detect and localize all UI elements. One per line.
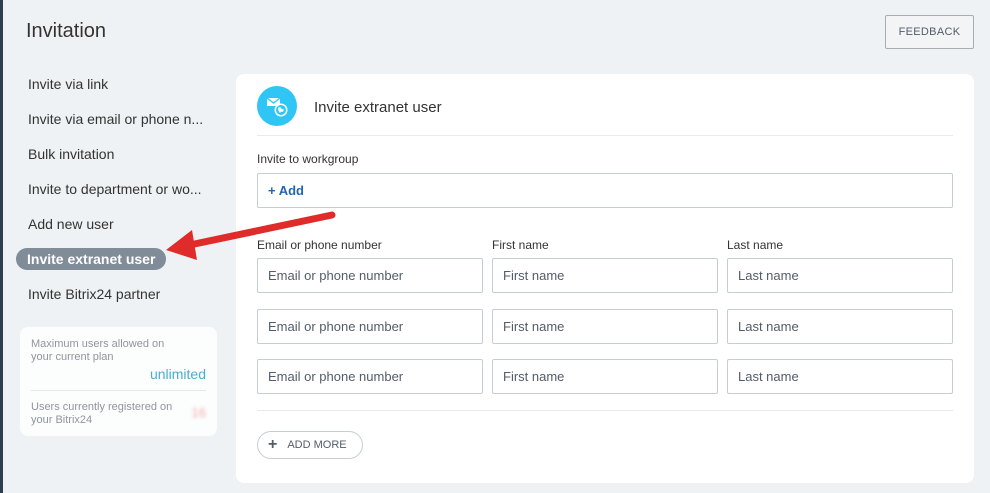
- last-name-column-label: Last name: [727, 238, 784, 252]
- header-divider: [257, 135, 953, 136]
- menu-item-add-new-user[interactable]: Add new user: [16, 206, 216, 241]
- email-field-1[interactable]: [257, 258, 483, 293]
- menu-item-invite-extranet-user[interactable]: Invite extranet user: [16, 241, 216, 276]
- limits-divider: [31, 390, 206, 391]
- envelope-globe-icon: [257, 86, 297, 126]
- panel-title: Invite extranet user: [314, 99, 442, 116]
- invite-extranet-panel: Invite extranet user Invite to workgroup…: [236, 74, 974, 483]
- first-name-field-3[interactable]: [492, 359, 718, 394]
- invite-menu: Invite via link Invite via email or phon…: [16, 66, 216, 311]
- last-name-field-1[interactable]: [727, 258, 953, 293]
- first-name-field-1[interactable]: [492, 258, 718, 293]
- registered-users-value: 16: [191, 405, 206, 420]
- last-name-field-2[interactable]: [727, 309, 953, 344]
- menu-item-bulk-invitation[interactable]: Bulk invitation: [16, 136, 216, 171]
- workgroup-selector[interactable]: + Add: [257, 173, 953, 208]
- menu-item-invite-via-link[interactable]: Invite via link: [16, 66, 216, 101]
- add-workgroup-link[interactable]: + Add: [268, 183, 304, 198]
- add-more-label: ADD MORE: [287, 439, 347, 451]
- first-name-field-2[interactable]: [492, 309, 718, 344]
- window-edge: [0, 0, 3, 493]
- first-name-column-label: First name: [492, 238, 549, 252]
- email-field-3[interactable]: [257, 359, 483, 394]
- max-users-label: Maximum users allowed on your current pl…: [31, 338, 165, 363]
- footer-divider: [257, 410, 953, 411]
- registered-users-label: Users currently registered on your Bitri…: [31, 401, 173, 426]
- email-column-label: Email or phone number: [257, 238, 382, 252]
- email-field-2[interactable]: [257, 309, 483, 344]
- workgroup-label: Invite to workgroup: [257, 152, 359, 166]
- menu-item-invite-to-department[interactable]: Invite to department or wo...: [16, 171, 216, 206]
- page-title: Invitation: [26, 20, 107, 42]
- max-users-value: unlimited: [149, 366, 206, 382]
- feedback-button[interactable]: FEEDBACK: [885, 15, 974, 49]
- add-more-button[interactable]: + ADD MORE: [257, 431, 363, 459]
- menu-item-invite-via-email[interactable]: Invite via email or phone n...: [16, 101, 216, 136]
- user-limits-card: Maximum users allowed on your current pl…: [20, 327, 217, 436]
- plus-icon: +: [268, 436, 278, 453]
- menu-item-invite-bitrix24-partner[interactable]: Invite Bitrix24 partner: [16, 276, 216, 311]
- last-name-field-3[interactable]: [727, 359, 953, 394]
